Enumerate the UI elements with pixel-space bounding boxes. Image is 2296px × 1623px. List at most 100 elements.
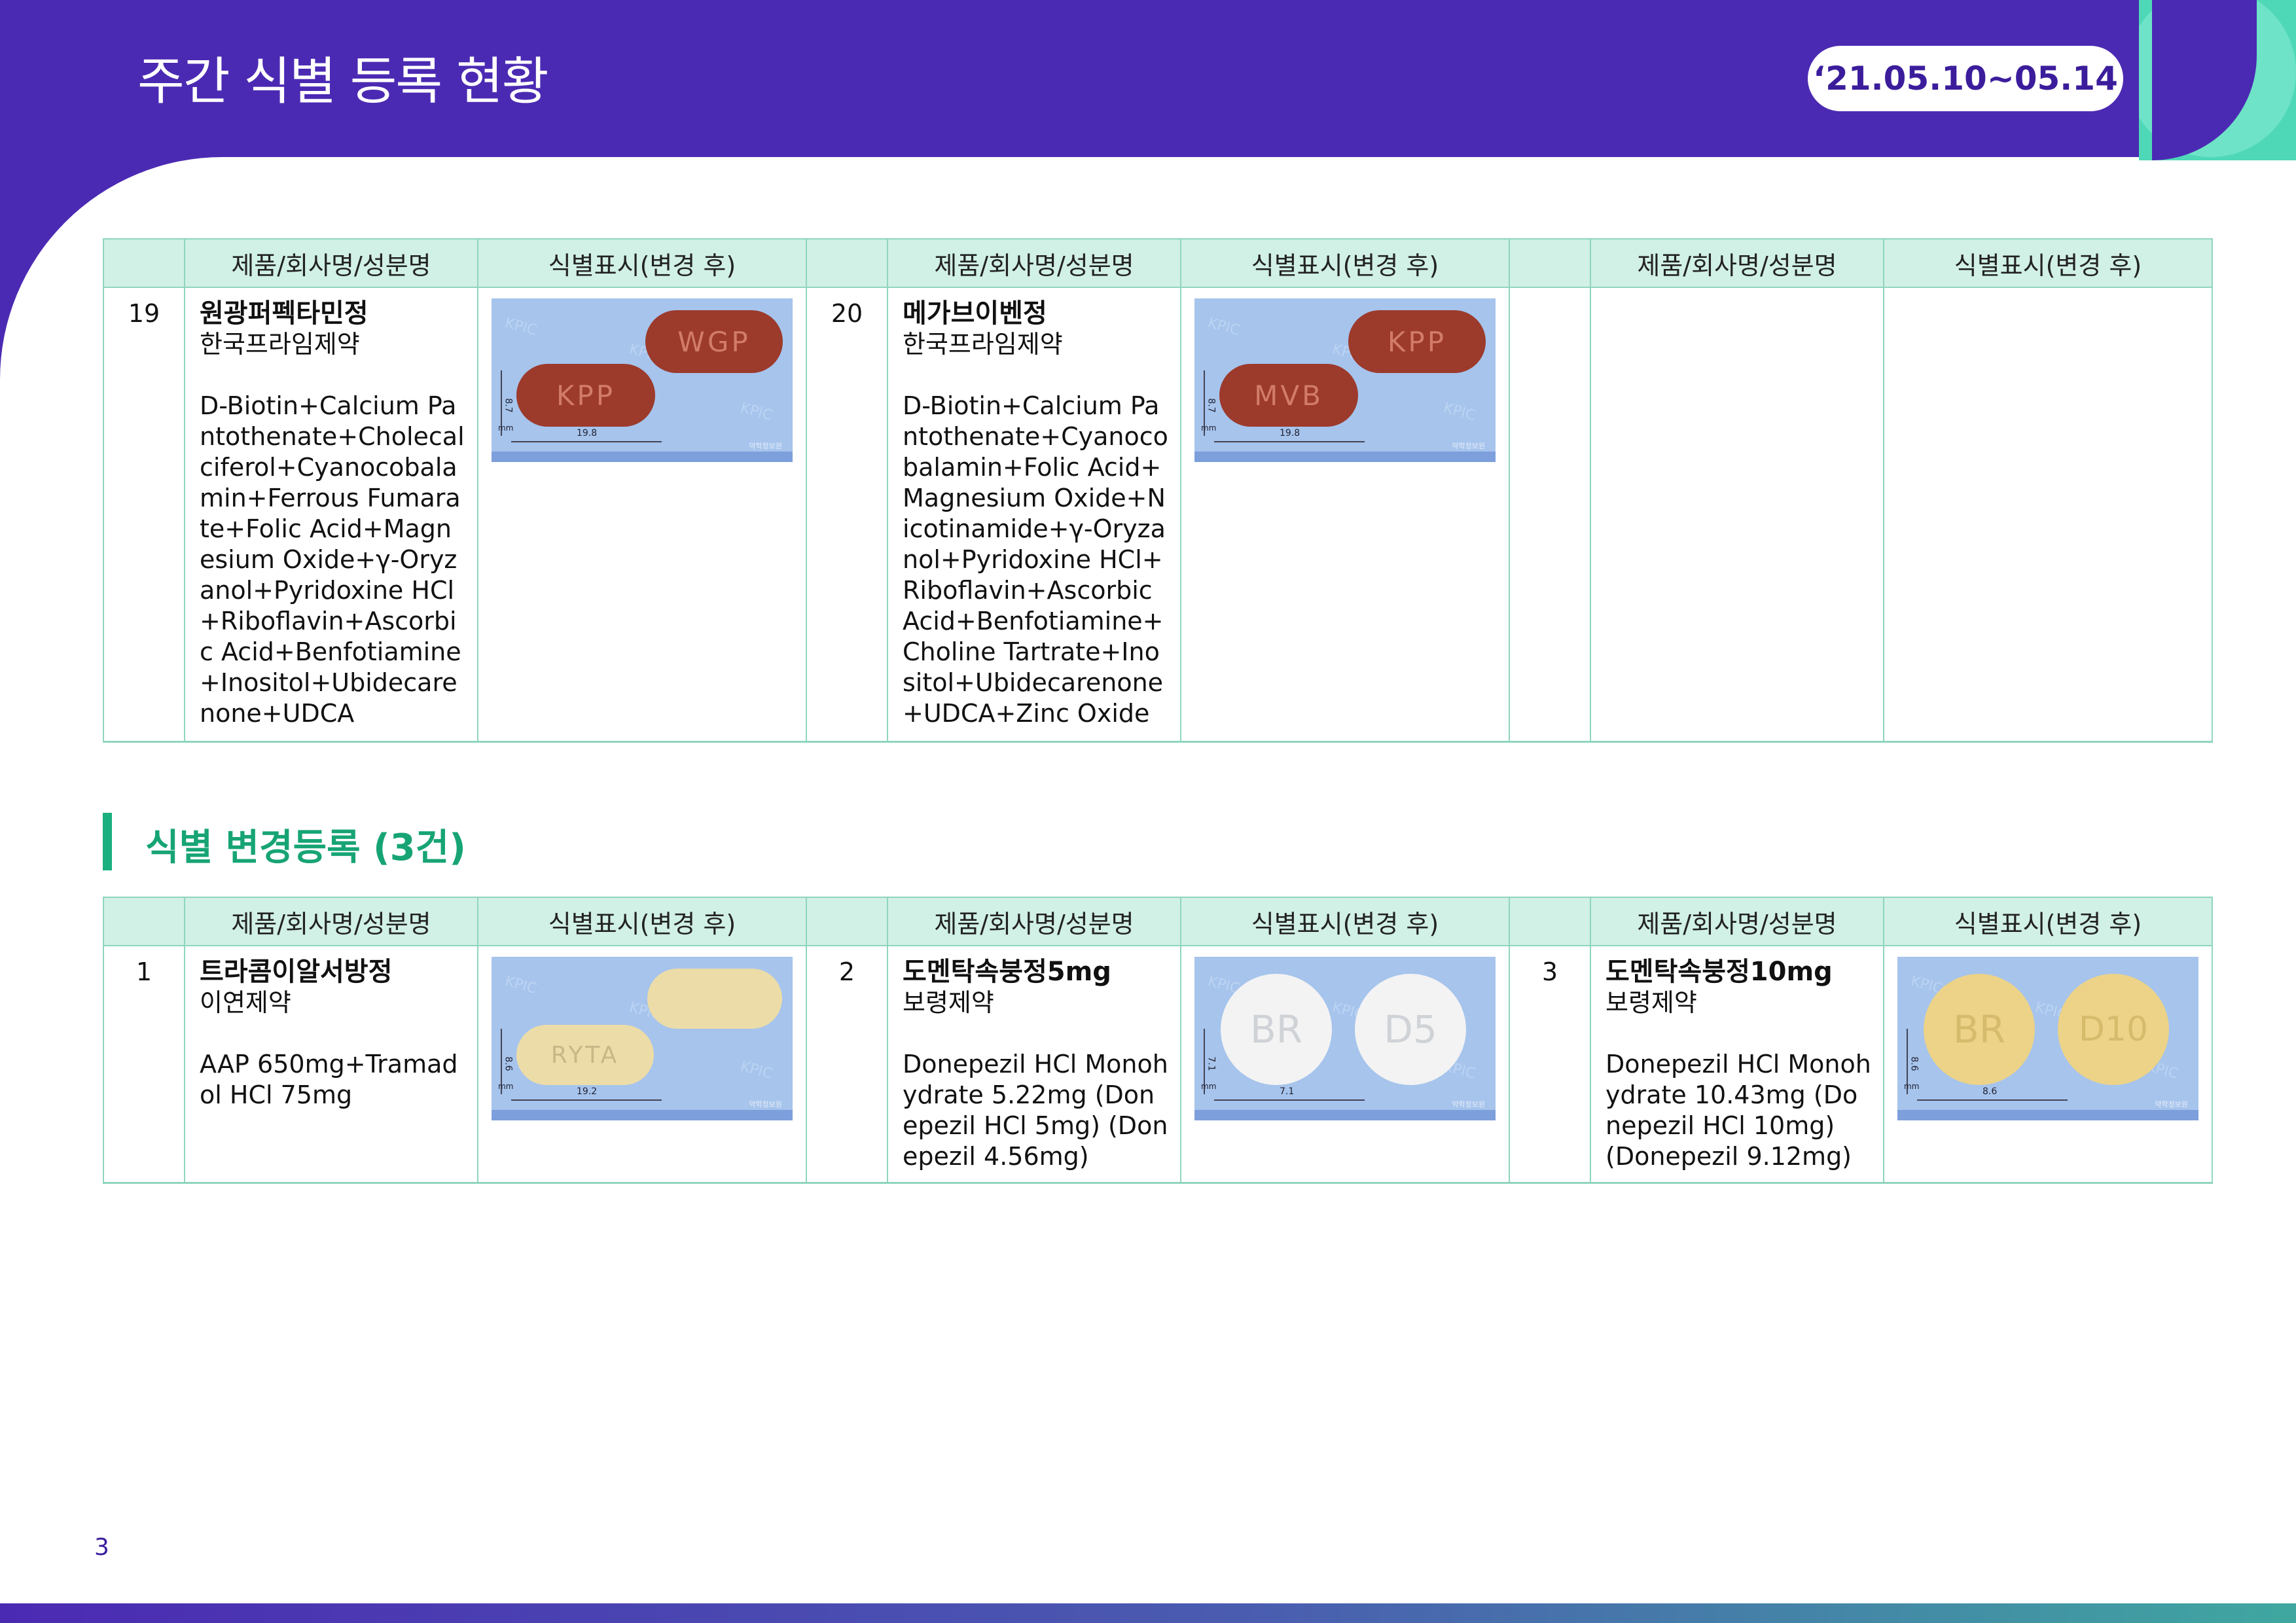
product-cell: 메가브이벤정 한국프라임제약 D-Biotin+Calcium Pantothe… bbox=[887, 287, 1181, 743]
photo-brand: 약학정보원 bbox=[749, 442, 782, 450]
pill-photo: KPIC KPIC KPIC WGP KPP 8.7 19.8 mm 약학정보원 bbox=[492, 298, 793, 462]
ingredients: D-Biotin+Calcium Pantothenate+Cholecalci… bbox=[200, 391, 465, 728]
table-row: 1 트라콤이알서방정 이연제약 AAP 650mg+Tramadol HCl 7… bbox=[103, 945, 2213, 1184]
photo-footer bbox=[1897, 1110, 2198, 1120]
ingredients: Donepezil HCl Monohydrate 5.22mg (Donepe… bbox=[903, 1050, 1168, 1171]
pill-photo: KPIC KPIC KPIC BR D10 8.6 8.6 mm 약학정보원 bbox=[1897, 957, 2198, 1120]
pill-back: D5 bbox=[1355, 974, 1466, 1085]
watermark: KPIC bbox=[503, 973, 539, 997]
marking-cell: KPIC KPIC KPIC WGP KPP 8.7 19.8 mm 약학정보원 bbox=[477, 287, 807, 743]
scale-x-label: 7.1 bbox=[1280, 1086, 1295, 1097]
col-product: 제품/회사명/성분명 bbox=[184, 897, 478, 946]
product-cell: 도멘탁속붕정5mg 보령제약 Donepezil HCl Monohydrate… bbox=[887, 945, 1181, 1184]
product-name: 메가브이벤정 bbox=[903, 298, 1047, 329]
pill-front: KPP bbox=[516, 364, 655, 427]
col-no bbox=[1509, 238, 1591, 288]
scale-y-label: 8.7 bbox=[503, 398, 514, 413]
watermark: KPIC bbox=[503, 315, 539, 339]
table-header-row: 제품/회사명/성분명 식별표시(변경 후) 제품/회사명/성분명 식별표시(변경… bbox=[103, 897, 2213, 946]
col-marking: 식별표시(변경 후) bbox=[1883, 897, 2213, 946]
product-cell: 도멘탁속붕정10mg 보령제약 Donepezil HCl Monohydrat… bbox=[1590, 945, 1884, 1184]
marking-cell: KPIC KPIC KPIC BR D5 7.1 7.1 mm 약학정보원 bbox=[1180, 945, 1510, 1184]
pill-front: MVB bbox=[1219, 364, 1358, 427]
watermark: KPIC bbox=[1206, 315, 1242, 339]
unit-label: mm bbox=[498, 1082, 514, 1091]
photo-footer bbox=[1194, 452, 1496, 462]
company-name: 한국프라임제약 bbox=[200, 330, 360, 359]
item-number: 2 bbox=[806, 945, 888, 1184]
pill-back: WGP bbox=[645, 310, 783, 373]
col-marking: 식별표시(변경 후) bbox=[477, 238, 807, 288]
col-no bbox=[806, 897, 888, 946]
scale-x-label: 8.6 bbox=[1982, 1086, 1998, 1097]
col-marking: 식별표시(변경 후) bbox=[1180, 897, 1510, 946]
photo-footer bbox=[1194, 1110, 1496, 1120]
footer-bar bbox=[0, 1603, 2296, 1623]
marking-cell: KPIC KPIC KPIC BR D10 8.6 8.6 mm 약학정보원 bbox=[1883, 945, 2213, 1184]
col-no bbox=[1509, 897, 1591, 946]
unit-label: mm bbox=[1201, 423, 1217, 433]
scale-y-label: 7.1 bbox=[1206, 1056, 1217, 1071]
unit-label: mm bbox=[1904, 1082, 1920, 1091]
registration-table-2: 제품/회사명/성분명 식별표시(변경 후) 제품/회사명/성분명 식별표시(변경… bbox=[103, 897, 2213, 1184]
col-product: 제품/회사명/성분명 bbox=[1590, 238, 1884, 288]
pill-photo: KPIC KPIC KPIC KPP MVB 8.7 19.8 mm 약학정보원 bbox=[1194, 298, 1496, 462]
watermark: KPIC bbox=[738, 400, 774, 424]
item-number: 20 bbox=[806, 287, 888, 743]
item-number: 1 bbox=[103, 945, 185, 1184]
company-name: 보령제약 bbox=[903, 988, 994, 1017]
table-header-row: 제품/회사명/성분명 식별표시(변경 후) 제품/회사명/성분명 식별표시(변경… bbox=[103, 238, 2213, 288]
product-name: 도멘탁속붕정5mg bbox=[903, 957, 1111, 987]
ingredients: Donepezil HCl Monohydrate 10.43mg (Donep… bbox=[1605, 1050, 1871, 1171]
col-no bbox=[806, 238, 888, 288]
scale-y-label: 8.6 bbox=[503, 1056, 514, 1071]
pill-photo: KPIC KPIC KPIC BR D5 7.1 7.1 mm 약학정보원 bbox=[1194, 957, 1496, 1120]
item-number: 3 bbox=[1509, 945, 1591, 1184]
company-name: 보령제약 bbox=[1605, 988, 1697, 1017]
page-title: 주간 식별 등록 현황 bbox=[137, 52, 548, 111]
ingredients: D-Biotin+Calcium Pantothenate+Cyanocobal… bbox=[903, 391, 1168, 728]
col-no bbox=[103, 238, 185, 288]
col-no bbox=[103, 897, 185, 946]
page-number: 3 bbox=[94, 1534, 109, 1561]
pill-front: BR bbox=[1924, 974, 2035, 1085]
marking-cell: KPIC KPIC KPIC KPP MVB 8.7 19.8 mm 약학정보원 bbox=[1180, 287, 1510, 743]
photo-brand: 약학정보원 bbox=[749, 1100, 782, 1109]
empty-cell bbox=[1509, 287, 1591, 743]
col-product: 제품/회사명/성분명 bbox=[887, 897, 1181, 946]
photo-brand: 약학정보원 bbox=[2155, 1100, 2188, 1109]
pill-photo: KPIC KPIC KPIC RYTA 8.6 19.2 mm 약학정보원 bbox=[492, 957, 793, 1120]
date-range-badge: ‘21.05.10~05.14 bbox=[1808, 46, 2123, 111]
photo-brand: 약학정보원 bbox=[1452, 442, 1485, 450]
section-marker bbox=[103, 813, 112, 870]
pill-front: BR bbox=[1221, 974, 1332, 1085]
photo-brand: 약학정보원 bbox=[1452, 1100, 1485, 1109]
watermark: KPIC bbox=[1441, 400, 1477, 424]
registration-table-1: 제품/회사명/성분명 식별표시(변경 후) 제품/회사명/성분명 식별표시(변경… bbox=[103, 238, 2213, 743]
col-product: 제품/회사명/성분명 bbox=[887, 238, 1181, 288]
section-title: 식별 변경등록 (3건) bbox=[145, 827, 466, 869]
table-row: 19 원광퍼펙타민정 한국프라임제약 D-Biotin+Calcium Pant… bbox=[103, 287, 2213, 743]
company-name: 이연제약 bbox=[200, 988, 291, 1017]
scale-y-label: 8.7 bbox=[1206, 398, 1217, 413]
photo-footer bbox=[492, 1110, 793, 1120]
unit-label: mm bbox=[1201, 1082, 1217, 1091]
scale-x-label: 19.8 bbox=[577, 428, 598, 438]
product-cell: 원광퍼펙타민정 한국프라임제약 D-Biotin+Calcium Pantoth… bbox=[184, 287, 478, 743]
col-product: 제품/회사명/성분명 bbox=[1590, 897, 1884, 946]
pill-back bbox=[647, 969, 782, 1029]
product-name: 트라콤이알서방정 bbox=[200, 957, 393, 987]
unit-label: mm bbox=[498, 423, 514, 433]
item-number: 19 bbox=[103, 287, 185, 743]
product-name: 원광퍼펙타민정 bbox=[200, 298, 368, 329]
scale-x-label: 19.8 bbox=[1280, 428, 1300, 438]
photo-footer bbox=[492, 452, 793, 462]
scale-y-label: 8.6 bbox=[1909, 1056, 1920, 1071]
ingredients: AAP 650mg+Tramadol HCl 75mg bbox=[200, 1050, 458, 1109]
watermark: KPIC bbox=[738, 1058, 774, 1082]
empty-cell bbox=[1590, 287, 1884, 743]
col-product: 제품/회사명/성분명 bbox=[184, 238, 478, 288]
product-name: 도멘탁속붕정10mg bbox=[1605, 957, 1833, 987]
marking-cell: KPIC KPIC KPIC RYTA 8.6 19.2 mm 약학정보원 bbox=[477, 945, 807, 1184]
pill-back: KPP bbox=[1348, 310, 1486, 373]
